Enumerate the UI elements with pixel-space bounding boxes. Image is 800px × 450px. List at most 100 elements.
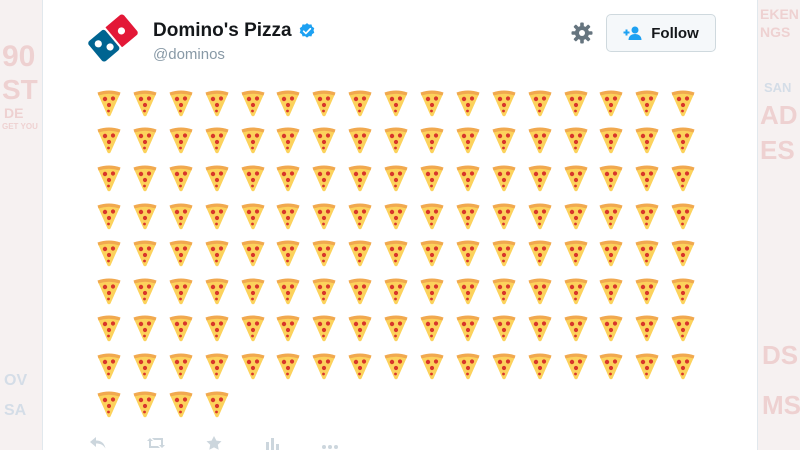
pizza-slice-emoji	[342, 347, 378, 385]
retweet-icon[interactable]	[146, 436, 166, 450]
follow-user-icon	[623, 26, 642, 40]
pizza-slice-emoji	[629, 234, 665, 272]
pizza-slice-emoji	[91, 159, 127, 197]
pizza-slice-emoji	[593, 272, 629, 310]
pizza-slice-emoji	[163, 234, 199, 272]
pizza-slice-emoji	[522, 347, 558, 385]
pizza-slice-emoji	[414, 159, 450, 197]
pizza-slice-emoji	[127, 347, 163, 385]
pizza-slice-emoji	[378, 234, 414, 272]
pizza-slice-emoji	[629, 310, 665, 348]
pizza-slice-emoji	[270, 272, 306, 310]
follow-button[interactable]: Follow	[606, 14, 716, 52]
pizza-slice-emoji	[414, 122, 450, 160]
pizza-slice-emoji	[127, 385, 163, 423]
pizza-slice-emoji	[235, 122, 271, 160]
pizza-slice-emoji	[414, 84, 450, 122]
pizza-slice-emoji	[414, 310, 450, 348]
pizza-slice-emoji	[235, 159, 271, 197]
poster-text: DE	[4, 105, 24, 121]
dominos-logo-avatar[interactable]	[88, 13, 138, 63]
pizza-slice-emoji	[450, 272, 486, 310]
pizza-slice-emoji	[199, 159, 235, 197]
pizza-slice-emoji	[450, 234, 486, 272]
pizza-slice-emoji	[163, 347, 199, 385]
pizza-slice-emoji	[593, 84, 629, 122]
pizza-slice-emoji	[199, 385, 235, 423]
pizza-slice-emoji	[450, 310, 486, 348]
analytics-icon[interactable]	[262, 436, 282, 450]
pizza-slice-emoji	[593, 310, 629, 348]
pizza-slice-emoji	[593, 159, 629, 197]
pizza-slice-emoji	[163, 122, 199, 160]
gear-icon[interactable]	[570, 21, 594, 45]
pizza-slice-emoji	[199, 122, 235, 160]
poster-text: 90	[2, 40, 36, 73]
poster-text: DS	[762, 340, 799, 370]
display-name[interactable]: Domino's Pizza	[153, 20, 292, 42]
pizza-slice-emoji	[629, 122, 665, 160]
pizza-slice-emoji	[665, 84, 701, 122]
pizza-slice-emoji	[342, 272, 378, 310]
pizza-slice-emoji	[163, 84, 199, 122]
pizza-slice-emoji	[306, 197, 342, 235]
user-handle[interactable]: @dominos	[153, 46, 225, 63]
pizza-slice-emoji	[558, 272, 594, 310]
pizza-slice-emoji	[342, 310, 378, 348]
poster-text: MS	[762, 390, 800, 420]
pizza-slice-emoji	[522, 272, 558, 310]
pizza-slice-emoji	[593, 122, 629, 160]
pizza-slice-emoji	[665, 122, 701, 160]
pizza-slice-emoji	[270, 122, 306, 160]
reply-icon[interactable]	[88, 436, 108, 450]
poster-text: ST	[2, 74, 38, 105]
pizza-slice-emoji	[163, 272, 199, 310]
pizza-slice-emoji	[127, 84, 163, 122]
pizza-slice-emoji	[163, 197, 199, 235]
pizza-slice-emoji	[127, 272, 163, 310]
pizza-slice-emoji	[378, 159, 414, 197]
pizza-slice-emoji	[342, 159, 378, 197]
pizza-slice-emoji	[665, 310, 701, 348]
pizza-slice-emoji	[235, 84, 271, 122]
pizza-slice-emoji	[629, 159, 665, 197]
pizza-slice-emoji	[91, 197, 127, 235]
pizza-slice-emoji	[665, 159, 701, 197]
pizza-slice-emoji	[414, 272, 450, 310]
pizza-slice-emoji	[629, 197, 665, 235]
pizza-slice-emoji	[378, 272, 414, 310]
pizza-slice-emoji	[270, 234, 306, 272]
pizza-slice-emoji	[450, 159, 486, 197]
pizza-slice-emoji	[270, 159, 306, 197]
poster-text: SA	[4, 402, 27, 419]
pizza-slice-emoji	[306, 347, 342, 385]
pizza-slice-emoji	[199, 197, 235, 235]
pizza-slice-emoji	[522, 122, 558, 160]
pizza-slice-emoji	[414, 234, 450, 272]
pizza-slice-emoji	[486, 310, 522, 348]
pizza-slice-emoji	[558, 84, 594, 122]
pizza-slice-emoji	[306, 234, 342, 272]
pizza-slice-emoji	[558, 122, 594, 160]
pizza-slice-emoji	[199, 272, 235, 310]
pizza-slice-emoji	[558, 159, 594, 197]
pizza-slice-emoji	[450, 197, 486, 235]
pizza-slice-emoji	[665, 197, 701, 235]
pizza-slice-emoji	[522, 84, 558, 122]
pizza-slice-emoji	[522, 159, 558, 197]
pizza-slice-emoji	[486, 197, 522, 235]
pizza-slice-emoji	[414, 197, 450, 235]
pizza-slice-emoji	[342, 197, 378, 235]
pizza-slice-emoji	[235, 272, 271, 310]
pizza-slice-emoji	[558, 310, 594, 348]
pizza-slice-emoji	[306, 84, 342, 122]
pizza-slice-emoji	[558, 234, 594, 272]
pizza-slice-emoji	[486, 234, 522, 272]
pizza-slice-emoji	[235, 310, 271, 348]
pizza-slice-emoji	[91, 84, 127, 122]
more-options-icon[interactable]	[320, 436, 340, 450]
pizza-slice-emoji	[342, 122, 378, 160]
pizza-slice-emoji	[91, 385, 127, 423]
poster-text: OV	[4, 372, 28, 389]
favorite-star-icon[interactable]	[204, 436, 224, 450]
